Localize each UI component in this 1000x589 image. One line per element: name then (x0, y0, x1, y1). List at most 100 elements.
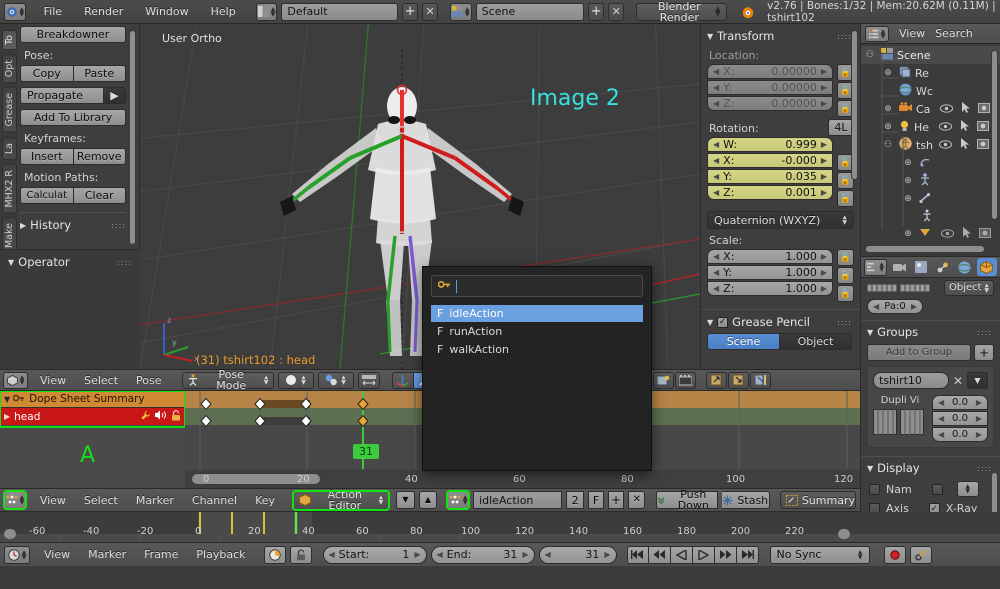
render-engine-dropdown[interactable]: Blender Render ▲ ▼ (636, 1, 728, 23)
next-keyframe-button[interactable] (714, 545, 737, 564)
rotation-w-field[interactable]: ◀ W: 0.999 ▶ (707, 137, 833, 152)
location-y-field[interactable]: ◀ Y: 0.00000 ▶ (707, 80, 833, 95)
shading-dropdown[interactable]: ▲ ▼ (277, 371, 314, 389)
decrement-arrow-icon[interactable]: ◀ (713, 67, 719, 76)
decrement-arrow-icon[interactable]: ◀ (713, 140, 719, 149)
rotation-y-field[interactable]: ◀ Y: 0.035 ▶ (707, 169, 833, 184)
use-preview-range-button[interactable] (263, 545, 286, 564)
display-texture-space-checkbox[interactable] (931, 483, 943, 495)
decrement-arrow-icon[interactable]: ◀ (437, 550, 443, 559)
tool-tab-grease[interactable]: Grease (2, 87, 17, 133)
copy-pose-header-button[interactable] (705, 371, 727, 389)
outliner-editor-icon[interactable]: ▲ ▼ (865, 25, 889, 42)
translate-manipulator-button[interactable] (391, 371, 414, 389)
new-group-button[interactable]: + (974, 344, 994, 361)
new-action-button[interactable]: + (607, 491, 625, 509)
jump-to-start-button[interactable] (626, 545, 649, 564)
action-editor-type-icon[interactable]: ▲ ▼ (3, 490, 27, 510)
jump-to-end-button[interactable] (736, 545, 759, 564)
grease-pencil-tab-object[interactable]: Object (780, 333, 852, 350)
action-browse-icon[interactable]: ▲ ▼ (446, 490, 471, 510)
sync-mode-dropdown[interactable]: No Sync ▲ ▼ (769, 545, 870, 564)
expand-icon[interactable]: ⊕ (881, 68, 895, 78)
lock-scale-x-button[interactable]: 🔒 (837, 249, 854, 266)
add-scene-button[interactable]: + (588, 2, 605, 21)
play-reverse-button[interactable] (670, 545, 693, 564)
eye-icon[interactable] (939, 121, 953, 134)
decrement-arrow-icon[interactable]: ◀ (713, 284, 719, 293)
group-specials-dropdown[interactable]: ▼ (967, 372, 988, 389)
wrench-icon[interactable] (140, 410, 151, 424)
keying-set-button[interactable] (909, 545, 932, 564)
decrement-arrow-icon[interactable]: ◀ (873, 302, 879, 311)
increment-arrow-icon[interactable]: ▶ (976, 430, 982, 439)
paste-pose-header-button[interactable] (727, 371, 749, 389)
outliner-row-world[interactable]: Wc (861, 82, 1000, 100)
copy-pose-button[interactable]: Copy (20, 65, 74, 82)
render-tab-icon[interactable] (890, 259, 909, 276)
outliner-row-armature[interactable]: ⚇ tsh (861, 136, 1000, 154)
scene-tab-icon[interactable] (912, 259, 931, 276)
outliner-row-armature-data[interactable] (861, 208, 1000, 226)
decrement-arrow-icon[interactable]: ◀ (713, 172, 719, 181)
scene-props-tab-icon[interactable] (933, 259, 952, 276)
outliner-v-scrollbar[interactable] (991, 50, 998, 220)
calculate-paths-button[interactable]: Calculat (20, 187, 74, 204)
expand-icon[interactable]: ⊕ (901, 194, 915, 204)
viewport-editor-icon[interactable]: ▲ ▼ (3, 371, 28, 389)
scale-x-field[interactable]: ◀ X: 1.000 ▶ (707, 249, 833, 264)
menu-file[interactable]: File (44, 5, 62, 18)
action-users-button[interactable]: 2 (565, 491, 585, 509)
location-z-field[interactable]: ◀ Z: 0.00000 ▶ (707, 96, 833, 111)
outliner-row-lamp[interactable]: ⊕ He (861, 118, 1000, 136)
increment-arrow-icon[interactable]: ▶ (911, 302, 917, 311)
decrement-arrow-icon[interactable]: ◀ (713, 99, 719, 108)
action-menu-view[interactable]: View (40, 494, 66, 507)
collapse-icon[interactable]: ⚇ (881, 140, 895, 150)
scale-y-field[interactable]: ◀ Y: 1.000 ▶ (707, 265, 833, 280)
timeline-menu-frame[interactable]: Frame (144, 548, 178, 561)
cursor-icon[interactable] (961, 120, 970, 134)
decrement-arrow-icon[interactable]: ◀ (329, 550, 335, 559)
lock-scale-z-button[interactable]: 🔒 (837, 285, 854, 302)
search-field[interactable] (431, 275, 643, 297)
increment-arrow-icon[interactable]: ▶ (821, 268, 827, 277)
timeline-editor-icon[interactable]: ▲ ▼ (4, 545, 30, 564)
tool-tab-mhx2r[interactable]: MHX2 R (2, 163, 17, 214)
rotation-mode-dropdown[interactable]: Quaternion (WXYZ) ▲ ▼ (707, 211, 854, 229)
dupli-offset-y-field[interactable]: ◀ 0.0 ▶ (932, 411, 988, 426)
remove-keyframe-button[interactable]: Remove (73, 148, 126, 165)
prev-keyframe-button[interactable] (648, 545, 671, 564)
increment-arrow-icon[interactable]: ▶ (976, 398, 982, 407)
expand-icon[interactable]: ⊕ (901, 176, 915, 186)
channel-row-summary[interactable]: ▼ Dope Sheet Summary (0, 391, 185, 408)
add-screen-layout-button[interactable]: + (402, 2, 419, 21)
scene-field[interactable]: Scene (475, 2, 585, 21)
search-result-idle[interactable]: F idleAction (431, 305, 643, 322)
action-menu-channel[interactable]: Channel (192, 494, 237, 507)
tool-shelf-scrollbar[interactable] (129, 30, 136, 245)
parent-type-dropdown[interactable]: Object ▲ ▼ (944, 280, 994, 296)
action-menu-select[interactable]: Select (84, 494, 118, 507)
blender-logo-icon[interactable]: ▲ ▼ (4, 2, 26, 21)
editor-mode-dropdown[interactable]: Action Editor ▲ ▼ (292, 489, 391, 511)
timeline-track[interactable]: -60 -40 -20 0 20 40 60 80 100 120 140 16… (0, 512, 1000, 542)
outliner-row-camera[interactable]: ⊕ Ca (861, 100, 1000, 118)
timeline-menu-view[interactable]: View (44, 548, 70, 561)
outliner-row-action[interactable]: ⊕ (861, 154, 1000, 172)
lock-icon[interactable] (171, 409, 181, 424)
outliner-row-mesh[interactable]: ⊕ (861, 226, 1000, 242)
decrement-arrow-icon[interactable]: ◀ (713, 83, 719, 92)
add-to-group-button[interactable]: Add to Group (867, 344, 971, 361)
summary-toggle[interactable]: Summary (779, 491, 856, 509)
timeline-scroll-handle-right[interactable] (838, 529, 850, 539)
paste-flipped-pose-button[interactable] (749, 371, 771, 389)
increment-arrow-icon[interactable]: ▶ (821, 156, 827, 165)
parent-vertex-field[interactable]: ◀ Pa:0 ▶ (867, 299, 923, 314)
start-frame-field[interactable]: ◀ Start: 1 ▶ (322, 545, 427, 564)
outliner-h-scrollbar[interactable] (865, 245, 985, 253)
search-result-run[interactable]: F runAction (431, 323, 643, 340)
expand-channels-button[interactable]: ▼ (396, 491, 415, 509)
grip-dots-icon[interactable]: :::: (111, 221, 126, 230)
expand-icon[interactable]: ▶ (4, 412, 10, 421)
